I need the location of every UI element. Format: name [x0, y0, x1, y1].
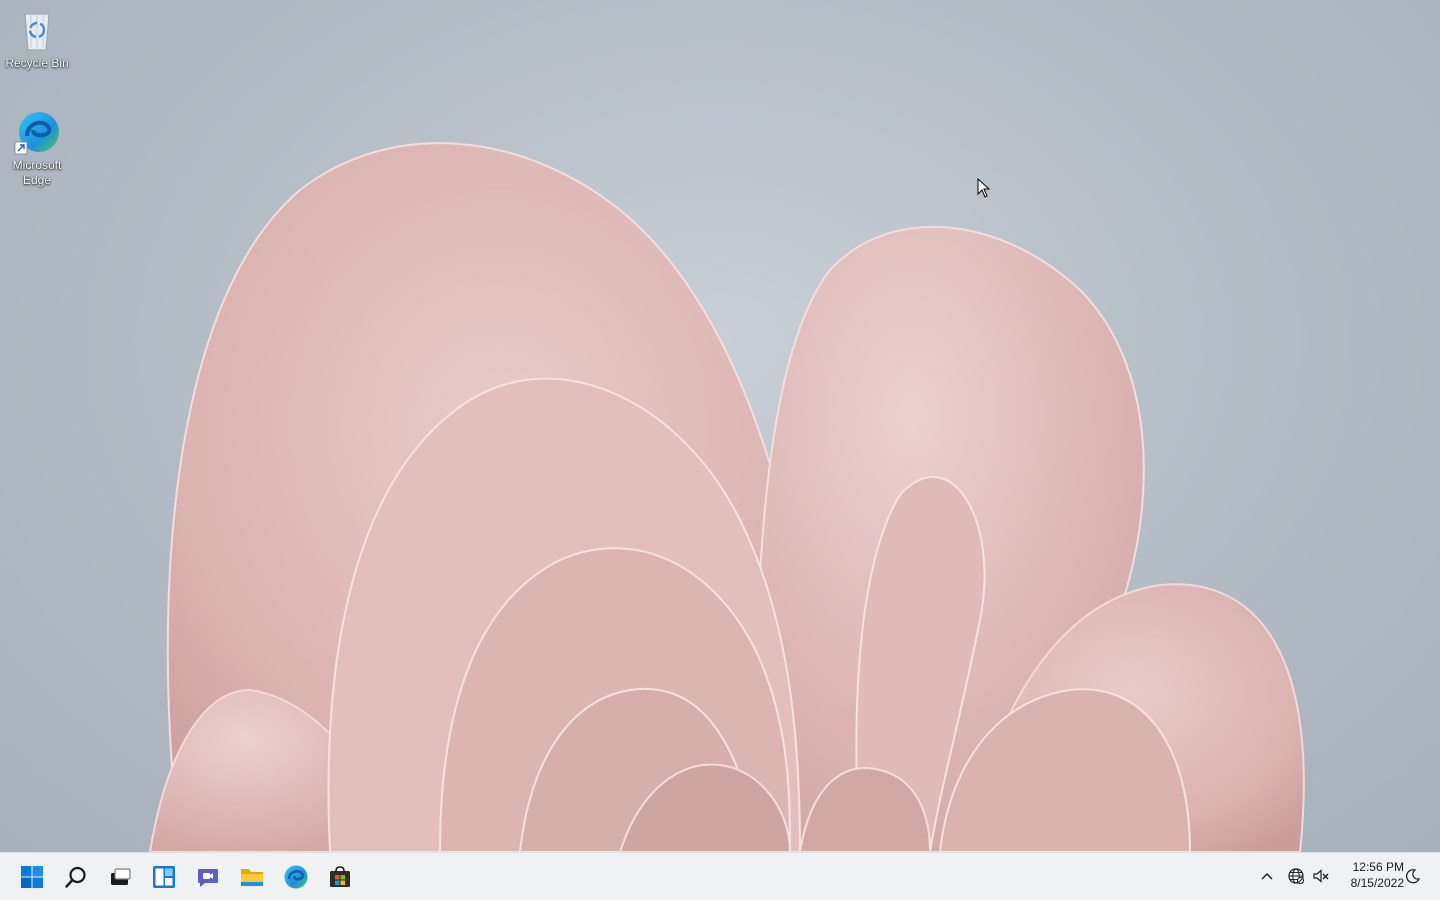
wallpaper-bloom: [148, 142, 1305, 852]
network-button[interactable]: [1285, 864, 1307, 888]
mouse-cursor: [977, 178, 991, 198]
show-hidden-icons-button[interactable]: [1256, 864, 1278, 888]
edge-taskbar-button[interactable]: [278, 859, 314, 895]
desktop-icon-microsoft-edge[interactable]: Microsoft Edge: [2, 108, 72, 188]
desktop-icon-recycle-bin[interactable]: Recycle Bin: [2, 6, 72, 71]
task-view-icon: [111, 868, 131, 885]
task-view-button[interactable]: [102, 859, 138, 895]
moon-icon: [1406, 869, 1421, 884]
clock[interactable]: 12:56 PM 8/15/2022: [1336, 859, 1404, 893]
volume-button[interactable]: [1310, 864, 1332, 888]
chevron-up-icon: [1261, 873, 1273, 880]
chat-icon: [198, 869, 218, 887]
taskbar: [0, 852, 1440, 900]
clock-date: 8/15/2022: [1350, 876, 1404, 890]
desktop[interactable]: Recycle Bin Microsoft Edge: [0, 0, 1440, 852]
search-button[interactable]: [58, 859, 94, 895]
widgets-button[interactable]: [146, 859, 182, 895]
store-button[interactable]: [322, 859, 358, 895]
clock-time: 12:56 PM: [1352, 860, 1404, 874]
edge-icon: [284, 865, 308, 889]
chat-button[interactable]: [190, 859, 226, 895]
desktop-icon-label: Recycle Bin: [5, 56, 69, 70]
file-explorer-button[interactable]: [234, 859, 270, 895]
start-button[interactable]: [14, 859, 50, 895]
search-icon: [65, 866, 86, 888]
widgets-icon: [153, 866, 175, 888]
volume-muted-icon: [1313, 869, 1329, 883]
store-icon: [330, 866, 350, 887]
edge-icon: [13, 108, 61, 156]
folder-icon: [241, 869, 263, 886]
network-globe-icon: [1288, 868, 1304, 884]
desktop-icon-label: Microsoft Edge: [12, 158, 62, 187]
recycle-bin-icon: [13, 6, 61, 54]
windows-start-icon: [21, 866, 43, 888]
notification-button[interactable]: [1402, 864, 1424, 888]
